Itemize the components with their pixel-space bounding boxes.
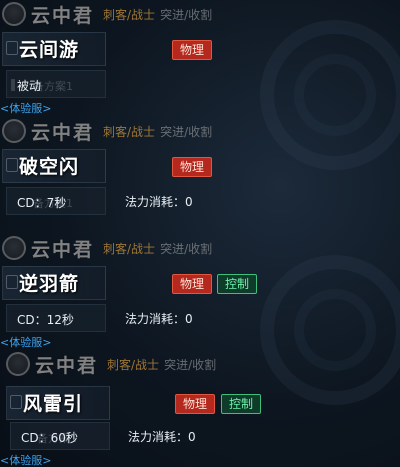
skill-icon (10, 395, 22, 409)
skill-name: 逆羽箭 (19, 273, 80, 295)
skill-panel: 云中君 刺客/战士 突进/收割 破空闪 物理 备方案1 CD：7秒 法力消耗：0 (0, 117, 400, 234)
hero-name: 云中君 (35, 354, 99, 377)
hero-avatar-icon (2, 119, 26, 143)
hero-name: 云中君 (31, 121, 95, 144)
skill-cd: CD：12秒 (17, 313, 74, 327)
skill-panel: 云中君 刺客/战士 突进/收割 云间游 物理 备方案1 被动 <体验服> (0, 0, 400, 117)
skill-info-box: 备方案1 被动 (6, 70, 106, 98)
tag-control: 控制 (217, 274, 258, 294)
skill-name-box[interactable]: 云间游 (2, 32, 106, 66)
trial-server-link[interactable]: <体验服> (0, 100, 51, 116)
hero-position: 突进/收割 (160, 124, 213, 139)
skill-name: 云间游 (19, 39, 80, 61)
hero-name: 云中君 (31, 238, 95, 261)
hero-header: 云中君 刺客/战士 突进/收割 (2, 2, 213, 27)
hero-avatar-icon (2, 2, 26, 26)
skill-info-box: 备方案1 CD：7秒 (6, 187, 106, 215)
tag-control: 控制 (221, 394, 262, 414)
hero-position: 突进/收割 (160, 241, 213, 256)
skill-name-box[interactable]: 破空闪 (2, 149, 106, 183)
trial-server-link[interactable]: <体验服> (0, 452, 51, 467)
skill-info-box: CD：12秒 (6, 304, 106, 332)
mana-cost: 法力消耗：0 (125, 312, 193, 326)
hero-avatar-icon (2, 236, 26, 260)
mana-cost: 法力消耗：0 (125, 195, 193, 209)
hero-header: 云中君 刺客/战士 突进/收割 (2, 236, 213, 261)
hero-role: 刺客/战士 (103, 241, 156, 256)
hero-role: 刺客/战士 (103, 124, 156, 139)
hero-role: 刺客/战士 (103, 7, 156, 22)
skill-icon (6, 41, 18, 55)
skill-info-box: 备方案1 CD：60秒 (10, 422, 110, 450)
trial-server-link[interactable]: <体验服> (0, 334, 51, 350)
skill-icon (6, 275, 18, 289)
hero-position: 突进/收割 (164, 357, 217, 372)
skill-name: 破空闪 (19, 156, 80, 178)
hero-name: 云中君 (31, 4, 95, 27)
skill-cd: CD：7秒 (17, 196, 67, 210)
skill-cd: CD：60秒 (21, 431, 78, 445)
hero-role: 刺客/战士 (107, 357, 160, 372)
skill-icon (6, 158, 18, 172)
tag-physical: 物理 (175, 394, 216, 414)
tag-physical: 物理 (172, 274, 213, 294)
skill-name-box[interactable]: 逆羽箭 (2, 266, 106, 300)
skill-info: 被动 (17, 79, 42, 93)
hero-avatar-icon (6, 352, 30, 376)
hero-header: 云中君 刺客/战士 突进/收割 (6, 352, 217, 377)
ghost-bar-icon (11, 79, 15, 91)
skill-panel: 云中君 刺客/战士 突进/收割 逆羽箭 物理 控制 CD：12秒 法力消耗：0 … (0, 234, 400, 351)
mana-cost: 法力消耗：0 (128, 430, 196, 444)
hero-header: 云中君 刺客/战士 突进/收割 (2, 119, 213, 144)
skill-name: 风雷引 (23, 393, 84, 415)
hero-position: 突进/收割 (160, 7, 213, 22)
tag-physical: 物理 (172, 157, 213, 177)
tag-physical: 物理 (172, 40, 213, 60)
skill-name-box[interactable]: 风雷引 (6, 386, 110, 420)
skill-panel: 云中君 刺客/战士 突进/收割 风雷引 物理 控制 备方案1 CD：60秒 法力… (0, 350, 400, 467)
